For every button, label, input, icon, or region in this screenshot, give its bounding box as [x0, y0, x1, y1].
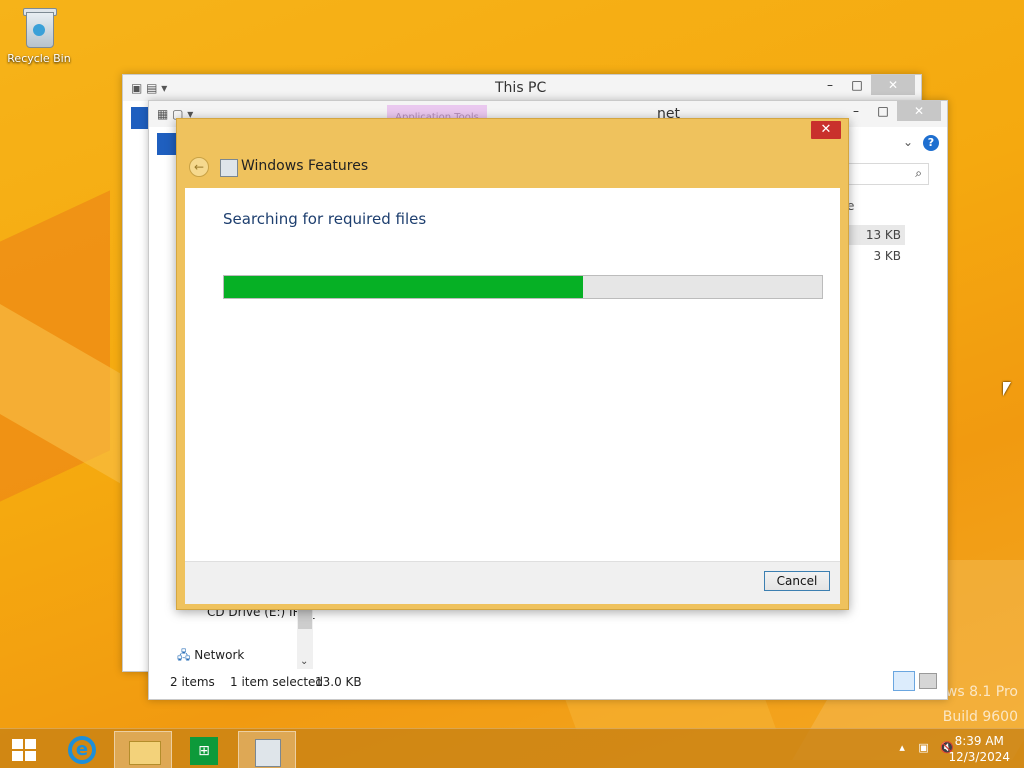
quick-access-toolbar-icon[interactable]: ▣ ▤ ▾	[131, 81, 167, 95]
this-pc-title: This PC	[495, 80, 547, 96]
progress-fill	[224, 276, 583, 298]
windows-features-icon	[255, 739, 281, 767]
file-row[interactable]: 3 KB	[847, 246, 905, 266]
taskbar: e ⊞ ▴ ▣ 🔇 8:39 AM 12/3/2024	[0, 728, 1024, 768]
clock-time: 8:39 AM	[954, 734, 1004, 748]
back-arrow-icon[interactable]: ←	[189, 157, 209, 177]
file-size: 3 KB	[873, 249, 901, 263]
search-input[interactable]: ⌕	[839, 163, 929, 185]
mouse-cursor-icon	[1003, 382, 1011, 396]
cancel-button[interactable]: Cancel	[764, 571, 830, 591]
dialog-title: Windows Features	[241, 158, 369, 174]
large-icons-view-icon[interactable]	[919, 673, 937, 689]
close-button[interactable]: ✕	[871, 75, 915, 95]
network-icon: 🖧	[177, 648, 191, 662]
maximize-button[interactable]: □	[870, 101, 896, 121]
network-status-icon[interactable]: ▣	[918, 741, 928, 754]
recycle-bin-shortcut[interactable]: Recycle Bin	[6, 6, 72, 65]
recycle-bin-label: Recycle Bin	[7, 52, 71, 65]
details-view-icon[interactable]	[893, 671, 915, 691]
scroll-down-icon[interactable]: ⌄	[300, 656, 308, 667]
folder-icon	[129, 741, 161, 765]
internet-explorer-icon: e	[68, 736, 96, 764]
windows-logo-icon	[12, 739, 36, 761]
clock-date: 12/3/2024	[948, 750, 1010, 764]
status-item-count: 2 items	[170, 675, 215, 689]
watermark-build: Build 9600	[942, 709, 1018, 725]
help-icon[interactable]: ?	[923, 135, 939, 151]
search-icon: ⌕	[915, 166, 922, 180]
windows-features-dialog: ✕ ← Windows Features Searching for requi…	[176, 118, 849, 610]
store-icon: ⊞	[190, 737, 218, 765]
recycle-bin-icon	[22, 6, 57, 48]
windows-features-icon	[220, 159, 238, 177]
status-selected: 1 item selected	[230, 675, 324, 689]
ribbon-file-tab[interactable]	[157, 133, 177, 155]
show-hidden-icons-icon[interactable]: ▴	[899, 741, 905, 754]
minimize-button[interactable]: –	[817, 75, 843, 95]
sidebar-item-label: Network	[194, 648, 245, 662]
clock[interactable]: 8:39 AM 12/3/2024	[948, 733, 1010, 765]
file-size: 13 KB	[865, 228, 901, 242]
status-heading: Searching for required files	[223, 210, 427, 228]
sidebar-item-network[interactable]: 🖧 Network	[177, 646, 244, 667]
system-tray: ▴ ▣ 🔇	[899, 741, 954, 754]
taskbar-windows-features[interactable]	[238, 731, 296, 768]
dialog-footer: Cancel	[185, 561, 840, 604]
start-button[interactable]	[0, 731, 56, 767]
status-size: 13.0 KB	[315, 675, 362, 689]
close-button[interactable]: ✕	[897, 101, 941, 121]
taskbar-file-explorer[interactable]	[114, 731, 172, 768]
maximize-button[interactable]: □	[844, 75, 870, 95]
desktop: ws 8.1 Pro Build 9600 Recycle Bin ▣ ▤ ▾ …	[0, 0, 1024, 768]
dialog-close-button[interactable]: ✕	[811, 121, 841, 139]
taskbar-internet-explorer[interactable]: e	[54, 731, 110, 767]
ribbon-expand-icon[interactable]: ⌄	[903, 135, 913, 149]
file-row-selected[interactable]: 13 KB	[847, 225, 905, 245]
taskbar-store[interactable]: ⊞	[176, 731, 232, 767]
progress-bar	[223, 275, 823, 299]
this-pc-titlebar: ▣ ▤ ▾ This PC – □ ✕	[123, 75, 921, 101]
dialog-content: Searching for required files	[185, 188, 840, 561]
watermark-edition: ws 8.1 Pro	[945, 684, 1018, 700]
